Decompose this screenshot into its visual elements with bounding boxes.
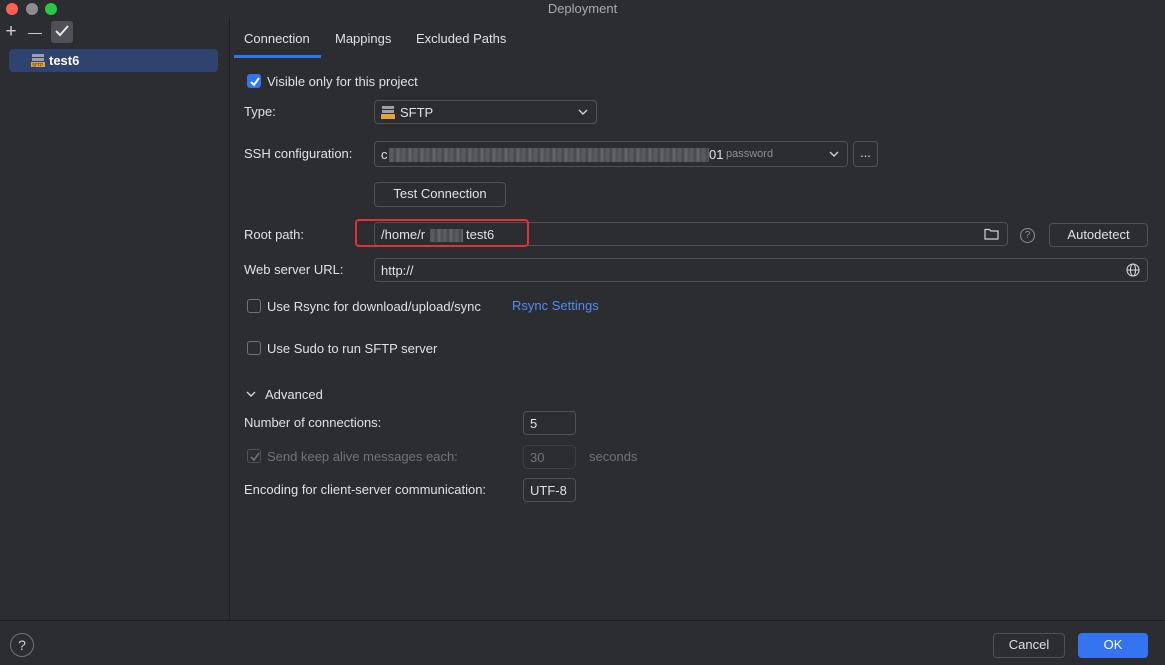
ssh-configuration-browse-button[interactable]: ... [853, 141, 878, 167]
rsync-checkbox[interactable] [247, 299, 261, 313]
server-item-label: test6 [49, 53, 80, 68]
tab-connection[interactable]: Connection [244, 31, 310, 46]
server-list-panel: + — SFTP test6 [0, 18, 230, 620]
checkmark-icon [250, 77, 260, 87]
type-value: SFTP [400, 105, 434, 120]
sftp-type-icon [381, 106, 395, 119]
highlight-annotation [355, 219, 529, 247]
autodetect-button[interactable]: Autodetect [1049, 223, 1148, 247]
settings-tabs: Connection Mappings Excluded Paths [231, 18, 1165, 58]
server-list-toolbar: + — [0, 18, 230, 46]
add-server-button[interactable]: + [0, 21, 22, 43]
ok-button[interactable]: OK [1078, 633, 1148, 658]
connection-settings-panel: Connection Mappings Excluded Paths Visib… [231, 18, 1165, 620]
svg-text:SFTP: SFTP [32, 62, 43, 67]
help-button[interactable]: ? [10, 633, 34, 657]
test-connection-button[interactable]: Test Connection [374, 182, 506, 207]
encoding-label: Encoding for client-server communication… [244, 482, 487, 497]
ssh-value-prefix: c [381, 147, 388, 162]
rsync-settings-link[interactable]: Rsync Settings [512, 298, 599, 313]
keep-alive-label: Send keep alive messages each: [267, 449, 458, 464]
cancel-button[interactable]: Cancel [993, 633, 1065, 658]
window-title: Deployment [547, 1, 618, 16]
connections-input[interactable]: 5 [523, 411, 576, 435]
set-default-button[interactable] [51, 21, 73, 43]
selected-tab-indicator [234, 55, 321, 58]
tab-excluded-paths[interactable]: Excluded Paths [416, 31, 506, 46]
advanced-section-toggle[interactable]: Advanced [265, 387, 323, 402]
rsync-label: Use Rsync for download/upload/sync [267, 299, 481, 314]
ssh-configuration-label: SSH configuration: [244, 146, 353, 161]
sftp-server-icon: SFTP [31, 54, 45, 67]
globe-icon[interactable] [1126, 263, 1140, 277]
visible-only-label: Visible only for this project [267, 74, 418, 89]
chevron-down-icon [829, 151, 839, 157]
root-path-help-icon[interactable]: ? [1020, 228, 1035, 243]
web-server-url-label: Web server URL: [244, 262, 344, 277]
keep-alive-unit: seconds [589, 449, 638, 464]
encoding-input[interactable]: UTF-8 [523, 478, 576, 502]
sudo-checkbox[interactable] [247, 341, 261, 355]
title-bar: Deployment [0, 0, 1165, 18]
keep-alive-value: 30 [530, 450, 545, 465]
folder-icon[interactable] [984, 228, 999, 240]
chevron-down-icon[interactable] [246, 391, 256, 397]
visible-only-checkbox[interactable] [247, 74, 261, 88]
type-select[interactable]: SFTP [374, 100, 597, 124]
type-label: Type: [244, 104, 276, 119]
root-path-label: Root path: [244, 227, 304, 242]
connections-label: Number of connections: [244, 415, 382, 430]
keep-alive-checkbox [247, 449, 261, 463]
ssh-auth-type: password [726, 148, 774, 160]
ssh-configuration-select[interactable]: c 01 password [374, 141, 848, 167]
remove-server-button[interactable]: — [24, 21, 46, 43]
connections-value: 5 [530, 416, 538, 431]
server-item-test6[interactable]: SFTP test6 [9, 49, 218, 72]
redacted-ssh-host [389, 148, 709, 162]
keep-alive-input: 30 [523, 445, 576, 469]
tab-mappings[interactable]: Mappings [335, 31, 391, 46]
ssh-value-suffix: 01 [709, 147, 724, 162]
web-server-url-value: http:// [381, 263, 414, 278]
dialog-footer: ? Cancel OK [0, 620, 1165, 665]
chevron-down-icon [578, 109, 588, 115]
sudo-label: Use Sudo to run SFTP server [267, 341, 438, 356]
web-server-url-input[interactable]: http:// [374, 258, 1148, 282]
encoding-value: UTF-8 [530, 483, 567, 498]
checkmark-icon [55, 25, 69, 37]
checkmark-icon [250, 452, 260, 462]
